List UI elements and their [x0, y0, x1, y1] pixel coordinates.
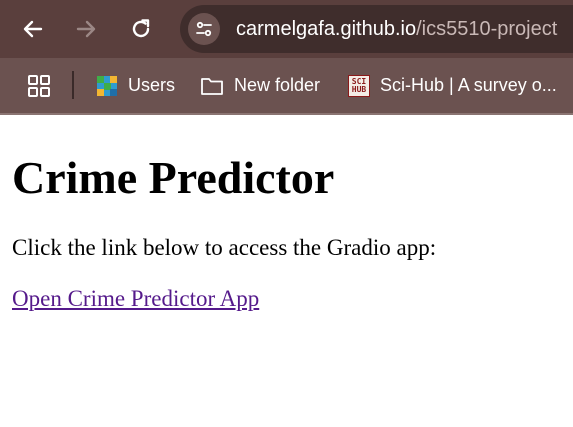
- reload-icon: [132, 19, 150, 38]
- back-button[interactable]: [16, 12, 50, 46]
- site-info-button[interactable]: [188, 13, 220, 45]
- bookmark-scihub[interactable]: SCI HUB Sci-Hub | A survey o...: [348, 58, 557, 113]
- url-host: carmelgafa.github.io: [236, 18, 417, 40]
- site-info-icon: [196, 21, 212, 37]
- scihub-favicon: SCI HUB: [348, 74, 370, 97]
- bookmarks-divider: [72, 71, 74, 99]
- apps-grid-icon: [28, 74, 50, 97]
- bookmark-new-folder[interactable]: New folder: [200, 58, 320, 113]
- page-title: Crime Predictor: [12, 152, 335, 203]
- bookmark-label: Sci-Hub | A survey o...: [380, 75, 557, 95]
- users-favicon: [97, 75, 117, 96]
- reload-button[interactable]: [124, 12, 158, 46]
- browser-toolbar: carmelgafa.github.io/ics5510-project: [0, 0, 573, 58]
- bookmark-users[interactable]: Users: [96, 58, 175, 113]
- intro-text: Click the link below to access the Gradi…: [12, 235, 437, 260]
- apps-button[interactable]: [27, 58, 51, 113]
- address-bar[interactable]: carmelgafa.github.io/ics5510-project: [180, 5, 573, 53]
- back-arrow-icon: [23, 20, 43, 38]
- url-path: /ics5510-project: [416, 18, 558, 40]
- forward-button[interactable]: [69, 12, 103, 46]
- open-app-link[interactable]: Open Crime Predictor App: [12, 286, 259, 312]
- forward-arrow-icon: [76, 20, 96, 38]
- bookmarks-bar: Users New folder SCI HUB Sci-Hub | A sur…: [0, 58, 573, 115]
- url-text: carmelgafa.github.io/ics5510-project: [236, 18, 557, 41]
- scihub-logo-text-bottom: HUB: [351, 84, 367, 94]
- bookmark-label: Users: [128, 75, 176, 95]
- bookmark-label: New folder: [234, 75, 321, 95]
- folder-icon: [201, 77, 223, 95]
